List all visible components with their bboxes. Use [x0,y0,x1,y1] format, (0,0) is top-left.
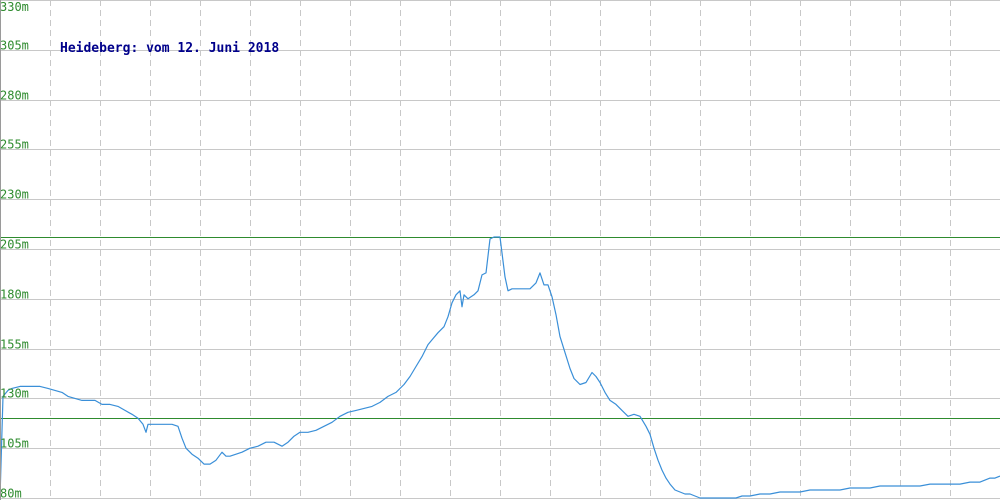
elevation-series-line [0,236,1000,499]
y-tick-label: 205m [0,238,29,252]
y-tick-label: 155m [0,338,29,352]
y-tick-label: 230m [0,188,29,202]
chart-title: Heideberg: vom 12. Juni 2018 [60,41,279,56]
y-tick-label: 80m [0,487,22,500]
y-tick-label: 105m [0,437,29,451]
y-tick-label: 180m [0,288,29,302]
series-layer [0,236,1000,499]
y-tick-label: 305m [0,39,29,53]
y-tick-label: 130m [0,387,29,401]
y-tick-label: 255m [0,138,29,152]
elevation-chart: 80m 105m 130m 155m 180m 205m 230m 255m 280m 305m 3… [0,0,1000,500]
y-axis-tick-labels: 80m 105m 130m 155m 180m 205m 230m 255m 280m 305m 3… [0,0,29,500]
y-tick-label: 330m [0,0,29,14]
y-tick-label: 280m [0,89,29,103]
